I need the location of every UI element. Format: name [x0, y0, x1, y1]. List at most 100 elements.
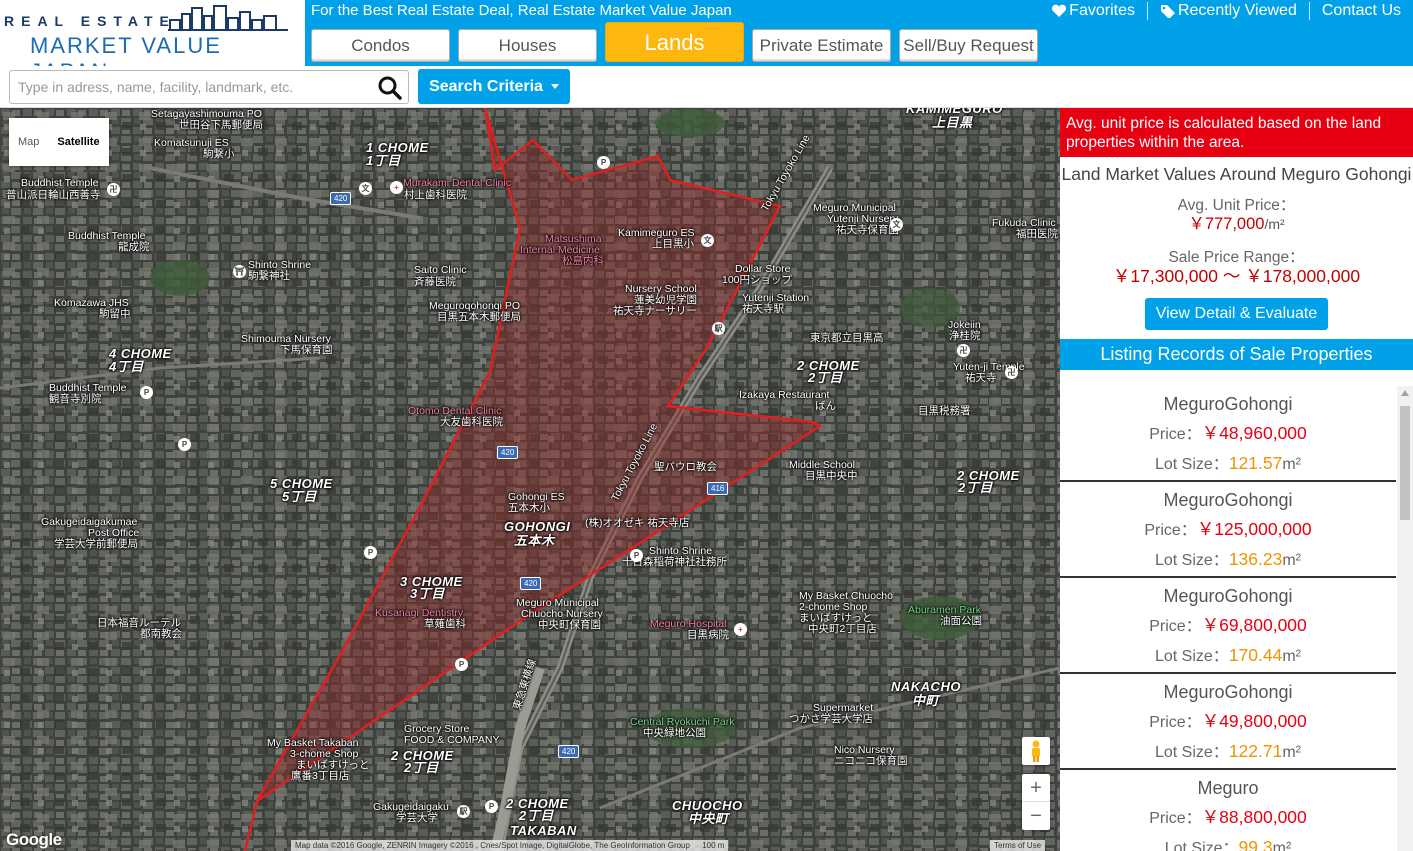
- listing-scrollbar[interactable]: [1397, 386, 1413, 851]
- poi-label: 福田医院: [1016, 228, 1058, 240]
- poi-label: 目黒中央中: [805, 470, 858, 482]
- avg-unit-price-amount: ￥777,000: [1188, 215, 1265, 234]
- area-label: 中央町: [688, 811, 729, 826]
- favorites-link[interactable]: Favorites: [1039, 2, 1147, 20]
- search-input[interactable]: [9, 70, 409, 104]
- poi-label: 龍成院: [118, 241, 150, 253]
- listing-price-line: Price：￥88,800,000: [1060, 804, 1396, 829]
- poi-label: 斉藤医院: [414, 276, 456, 288]
- post-office-icon: P: [140, 386, 153, 399]
- zoom-out-button[interactable]: −: [1022, 802, 1050, 830]
- tab-condos[interactable]: Condos: [311, 29, 450, 62]
- listing-lot-line: Lot Size：170.44m²: [1060, 642, 1396, 666]
- temple-icon: 卍: [957, 344, 970, 357]
- market-value-panel: Avg. unit price is calculated based on t…: [1060, 108, 1413, 851]
- temple-icon: 卍: [1005, 366, 1018, 379]
- zoom-in-button[interactable]: +: [1022, 774, 1050, 802]
- search-criteria-button[interactable]: Search Criteria: [418, 69, 570, 104]
- poi-label: 中央緑地公園: [643, 727, 706, 739]
- lot-size-label: Lot Size：: [1154, 648, 1229, 665]
- poi-label: Murakami Dental Clinic: [403, 177, 511, 189]
- poi-label: 聖パウロ教会: [654, 461, 717, 473]
- terms-of-use-link[interactable]: Terms of Use: [990, 840, 1046, 851]
- scroll-up-arrow-icon[interactable]: [1401, 390, 1409, 396]
- school-icon: 文: [701, 234, 714, 247]
- scrollbar-thumb[interactable]: [1400, 406, 1410, 520]
- lot-size-label: Lot Size：: [1164, 840, 1239, 851]
- poi-label: 学芸大学: [396, 812, 438, 824]
- top-links: Favorites Recently Viewed Contact Us: [1039, 2, 1413, 20]
- area-label: 4丁目: [109, 359, 144, 374]
- caret-down-icon: [550, 84, 559, 90]
- poi-label: 中央町保育園: [538, 619, 601, 631]
- lot-size-label: Lot Size：: [1154, 456, 1229, 473]
- price-label: Price：: [1149, 714, 1202, 731]
- view-detail-evaluate-button[interactable]: View Detail & Evaluate: [1145, 297, 1328, 330]
- listing-record[interactable]: Meguro Price：￥88,800,000 Lot Size：99.3m²: [1060, 770, 1396, 851]
- map-type-satellite[interactable]: Satellite: [48, 118, 108, 166]
- lot-size-unit: m²: [1282, 456, 1301, 473]
- listing-price: ￥48,960,000: [1201, 423, 1307, 443]
- site-logo[interactable]: REAL ESTATE MARKET VALUE JAPAN: [0, 0, 305, 84]
- lot-size-unit: m²: [1272, 840, 1292, 851]
- favorites-label: Favorites: [1069, 2, 1135, 19]
- temple-icon: 卍: [107, 183, 120, 196]
- tab-private-estimate[interactable]: Private Estimate: [752, 29, 891, 62]
- map-attribution: Map data ©2016 Google, ZENRIN Imagery ©2…: [291, 840, 729, 851]
- listing-lot-size: 170.44: [1228, 645, 1283, 665]
- listing-record[interactable]: MeguroGohongi Price：￥69,800,000 Lot Size…: [1060, 578, 1396, 674]
- heart-icon: [1052, 4, 1067, 17]
- poi-label: Saito Clinic: [414, 264, 467, 276]
- post-office-icon: P: [485, 800, 498, 813]
- search-icon[interactable]: [377, 75, 403, 101]
- price-label: Price：: [1149, 618, 1202, 635]
- panel-title: Land Market Values Around Meguro Gohongi: [1061, 164, 1412, 184]
- listing-lot-size: 122.71: [1228, 741, 1283, 761]
- price-label: Price：: [1149, 810, 1202, 827]
- contact-us-link[interactable]: Contact Us: [1308, 2, 1413, 20]
- listing-records-list: MeguroGohongi Price： ￥48,960,000 Lot Size…: [1060, 386, 1396, 851]
- area-label: 1丁目: [366, 153, 401, 168]
- lot-size-unit: m²: [1282, 552, 1301, 569]
- recently-viewed-label: Recently Viewed: [1177, 2, 1297, 19]
- listing-price: ￥69,800,000: [1201, 615, 1307, 635]
- poi-label: 駒留中: [99, 308, 131, 320]
- post-office-icon: P: [597, 156, 610, 169]
- listing-price-line: Price：￥49,800,000: [1060, 708, 1396, 733]
- recently-viewed-link[interactable]: Recently Viewed: [1146, 2, 1309, 20]
- poi-label: 学芸大学前郵便局: [54, 538, 138, 550]
- listing-record[interactable]: MeguroGohongi Price：￥49,800,000 Lot Size…: [1060, 674, 1396, 770]
- post-office-icon: P: [455, 658, 468, 671]
- poi-label: 100円ショップ: [722, 274, 793, 286]
- map-type-map[interactable]: Map: [9, 118, 48, 166]
- search-bar: Search Criteria: [0, 66, 1413, 108]
- scale-bar: 100 m: [702, 841, 725, 850]
- poi-label: ばん: [815, 400, 836, 412]
- route-badge: 420: [520, 577, 542, 590]
- listing-lot-size: 136.23: [1228, 549, 1283, 569]
- area-label: 2丁目: [958, 480, 993, 495]
- poi-label: Buddhist Temple: [21, 177, 99, 189]
- listing-name: MeguroGohongi: [1163, 682, 1293, 702]
- tab-sell-buy-request[interactable]: Sell/Buy Request: [899, 29, 1038, 62]
- street-view-pegman[interactable]: [1022, 737, 1050, 765]
- listing-price-line: Price：￥125,000,000: [1060, 516, 1396, 541]
- listing-name: MeguroGohongi: [1163, 586, 1293, 606]
- satellite-map[interactable]: Map Satellite KAMIMEGURO 上目黒 1 CHOME 1丁目…: [0, 108, 1060, 851]
- poi-label: 下馬保育園: [280, 344, 333, 356]
- poi-label: 浄桂院: [949, 330, 981, 342]
- listing-record[interactable]: MeguroGohongi Price：￥48,960,000 Lot Size…: [1060, 386, 1396, 482]
- area-label: 五本木: [514, 533, 555, 548]
- poi-label: 中央町2丁目店: [808, 623, 877, 635]
- shrine-icon: ⛩: [233, 265, 246, 278]
- poi-label: 目黒病院: [687, 629, 729, 641]
- poi-label: 松島内科: [562, 255, 604, 267]
- tab-lands[interactable]: Lands: [605, 22, 744, 62]
- google-logo: Google: [6, 830, 62, 849]
- route-badge: 420: [497, 446, 519, 459]
- tab-houses[interactable]: Houses: [458, 29, 597, 62]
- listing-record[interactable]: MeguroGohongi Price：￥125,000,000 Lot Siz…: [1060, 482, 1396, 578]
- lot-size-unit: m²: [1282, 744, 1301, 761]
- listing-name: Meguro: [1197, 778, 1259, 798]
- listing-price-line: Price：￥69,800,000: [1060, 612, 1396, 637]
